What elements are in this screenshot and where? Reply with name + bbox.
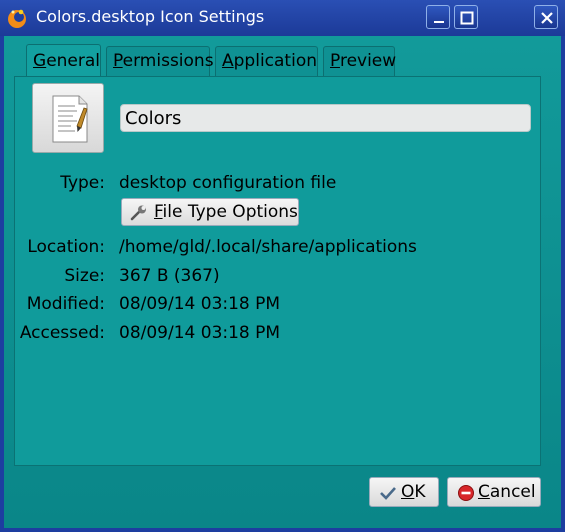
tab-general-mnemonic: G bbox=[33, 51, 47, 71]
minimize-icon bbox=[434, 21, 444, 23]
tab-general-label: eneral bbox=[46, 51, 101, 71]
tab-application-label: pplication bbox=[233, 51, 317, 71]
size-value: 367 B (367) bbox=[119, 266, 220, 286]
location-value: /home/gld/.local/share/applications bbox=[119, 237, 417, 257]
ok-mnemonic: O bbox=[401, 482, 415, 502]
tab-permissions[interactable]: Permissions bbox=[106, 46, 214, 76]
window-title: Colors.desktop Icon Settings bbox=[36, 7, 265, 26]
tab-application[interactable]: Application bbox=[215, 46, 318, 76]
tab-preview-label: review bbox=[339, 51, 397, 71]
modified-label: Modified: bbox=[26, 294, 105, 314]
dialog-window: Colors.desktop Icon Settings General Per… bbox=[0, 0, 565, 532]
dialog-body: General Permissions Application Preview bbox=[4, 36, 561, 528]
close-icon bbox=[541, 12, 553, 24]
ok-label: K bbox=[414, 482, 426, 502]
tab-preview[interactable]: Preview bbox=[323, 46, 397, 76]
file-type-options-label: ile Type Options bbox=[162, 202, 298, 222]
file-type-options-button[interactable]: File Type Options bbox=[121, 198, 299, 226]
tab-general[interactable]: General bbox=[26, 44, 101, 77]
title-bar[interactable]: Colors.desktop Icon Settings bbox=[0, 0, 565, 36]
name-input[interactable]: Colors bbox=[120, 104, 531, 132]
maximize-icon bbox=[460, 11, 474, 25]
location-label: Location: bbox=[27, 237, 105, 257]
tab-preview-mnemonic: P bbox=[330, 51, 340, 71]
wrench-icon bbox=[130, 205, 146, 221]
size-label: Size: bbox=[64, 266, 105, 286]
accessed-label: Accessed: bbox=[19, 323, 105, 343]
maximize-button[interactable] bbox=[454, 5, 478, 29]
type-label: Type: bbox=[60, 173, 105, 193]
file-icon-button[interactable] bbox=[32, 83, 104, 153]
check-icon bbox=[380, 487, 396, 500]
tab-permissions-mnemonic: P bbox=[113, 51, 123, 71]
type-value: desktop configuration file bbox=[119, 173, 337, 193]
minimize-button[interactable] bbox=[426, 5, 450, 29]
modified-value: 08/09/14 03:18 PM bbox=[119, 294, 281, 314]
accessed-value: 08/09/14 03:18 PM bbox=[119, 323, 281, 343]
document-icon bbox=[52, 95, 88, 143]
cancel-button[interactable]: Cancel bbox=[447, 477, 541, 507]
file-type-options-mnemonic: F bbox=[154, 202, 163, 222]
close-button[interactable] bbox=[534, 5, 558, 29]
app-icon[interactable] bbox=[5, 6, 29, 30]
tab-permissions-label: ermissions bbox=[122, 51, 214, 71]
cancel-mnemonic: C bbox=[478, 482, 490, 502]
cancel-icon bbox=[458, 485, 474, 501]
tab-application-mnemonic: A bbox=[222, 51, 234, 71]
ok-button[interactable]: OK bbox=[369, 477, 439, 507]
cancel-label: ancel bbox=[489, 482, 536, 502]
